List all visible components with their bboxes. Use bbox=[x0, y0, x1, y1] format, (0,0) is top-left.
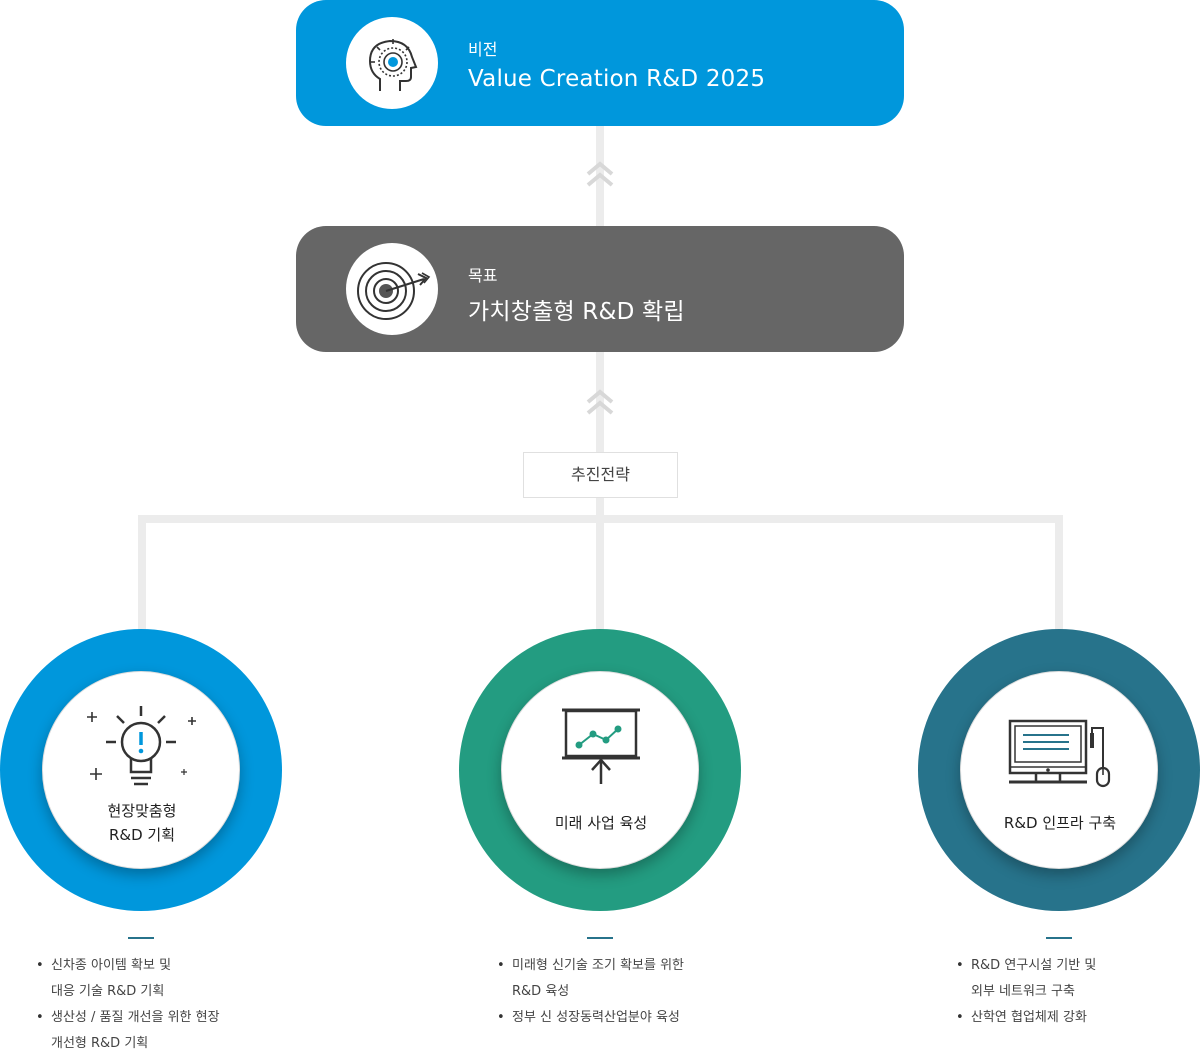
strategy-label-line: R&D 기획 bbox=[108, 826, 176, 844]
list-item: 신차종 아이템 확보 및 대응 기술 R&D 기획 bbox=[36, 953, 220, 1005]
double-chevron-up-icon bbox=[586, 161, 614, 187]
list-item: 산학연 협업체제 강화 bbox=[956, 1005, 1096, 1031]
computer-icon bbox=[1008, 719, 1111, 788]
strategy-ring-infra: R&D 인프라 구축 bbox=[918, 629, 1200, 911]
strategy-inner-circle: 미래 사업 육성 bbox=[501, 671, 699, 869]
goal-icon-circle bbox=[346, 243, 438, 335]
double-chevron-up-icon bbox=[586, 389, 614, 415]
vision-title: Value Creation R&D 2025 bbox=[468, 66, 766, 92]
strategy-label-line: 미래 사업 육성 bbox=[554, 814, 648, 832]
strategy-ring-planning: 현장맞춤형 R&D 기획 bbox=[0, 629, 282, 911]
strategy-bullets-infra: R&D 연구시설 기반 및 외부 네트워크 구축 산학연 협업체제 강화 bbox=[956, 953, 1096, 1031]
list-item: 미래형 신기술 조기 확보를 위한 R&D 육성 bbox=[497, 953, 684, 1005]
presentation-chart-icon bbox=[562, 708, 640, 784]
vision-kicker: 비전 bbox=[468, 40, 498, 59]
strategy-label-line: R&D 인프라 구축 bbox=[1003, 814, 1117, 832]
vision-icon-circle bbox=[346, 17, 438, 109]
vision-box: 비전 Value Creation R&D 2025 bbox=[296, 0, 904, 126]
section-divider bbox=[1046, 937, 1072, 939]
section-divider bbox=[587, 937, 613, 939]
strategy-bullets-planning: 신차종 아이템 확보 및 대응 기술 R&D 기획 생산성 / 품질 개선을 위… bbox=[36, 953, 220, 1057]
strategy-inner-circle: 현장맞춤형 R&D 기획 bbox=[42, 671, 240, 869]
list-item: 정부 신 성장동력산업분야 육성 bbox=[497, 1005, 684, 1031]
connector-right bbox=[1055, 515, 1063, 630]
bullseye-arrow-icon bbox=[357, 262, 431, 320]
strategy-label: 추진전략 bbox=[523, 452, 678, 498]
strategy-inner-circle: R&D 인프라 구축 bbox=[960, 671, 1158, 869]
head-target-icon bbox=[368, 39, 418, 91]
connector-horizontal bbox=[138, 515, 1063, 523]
connector-left bbox=[138, 515, 146, 630]
strategy-label-line: 현장맞춤형 bbox=[107, 802, 177, 820]
goal-kicker: 목표 bbox=[468, 266, 498, 285]
section-divider bbox=[128, 937, 154, 939]
list-item: 생산성 / 품질 개선을 위한 현장 개선형 R&D 기획 bbox=[36, 1005, 220, 1057]
goal-title: 가치창출형 R&D 확립 bbox=[468, 299, 685, 325]
strategy-bullets-future: 미래형 신기술 조기 확보를 위한 R&D 육성 정부 신 성장동력산업분야 육… bbox=[497, 953, 684, 1031]
strategy-ring-future: 미래 사업 육성 bbox=[459, 629, 741, 911]
list-item: R&D 연구시설 기반 및 외부 네트워크 구축 bbox=[956, 953, 1096, 1005]
goal-box: 목표 가치창출형 R&D 확립 bbox=[296, 226, 904, 352]
